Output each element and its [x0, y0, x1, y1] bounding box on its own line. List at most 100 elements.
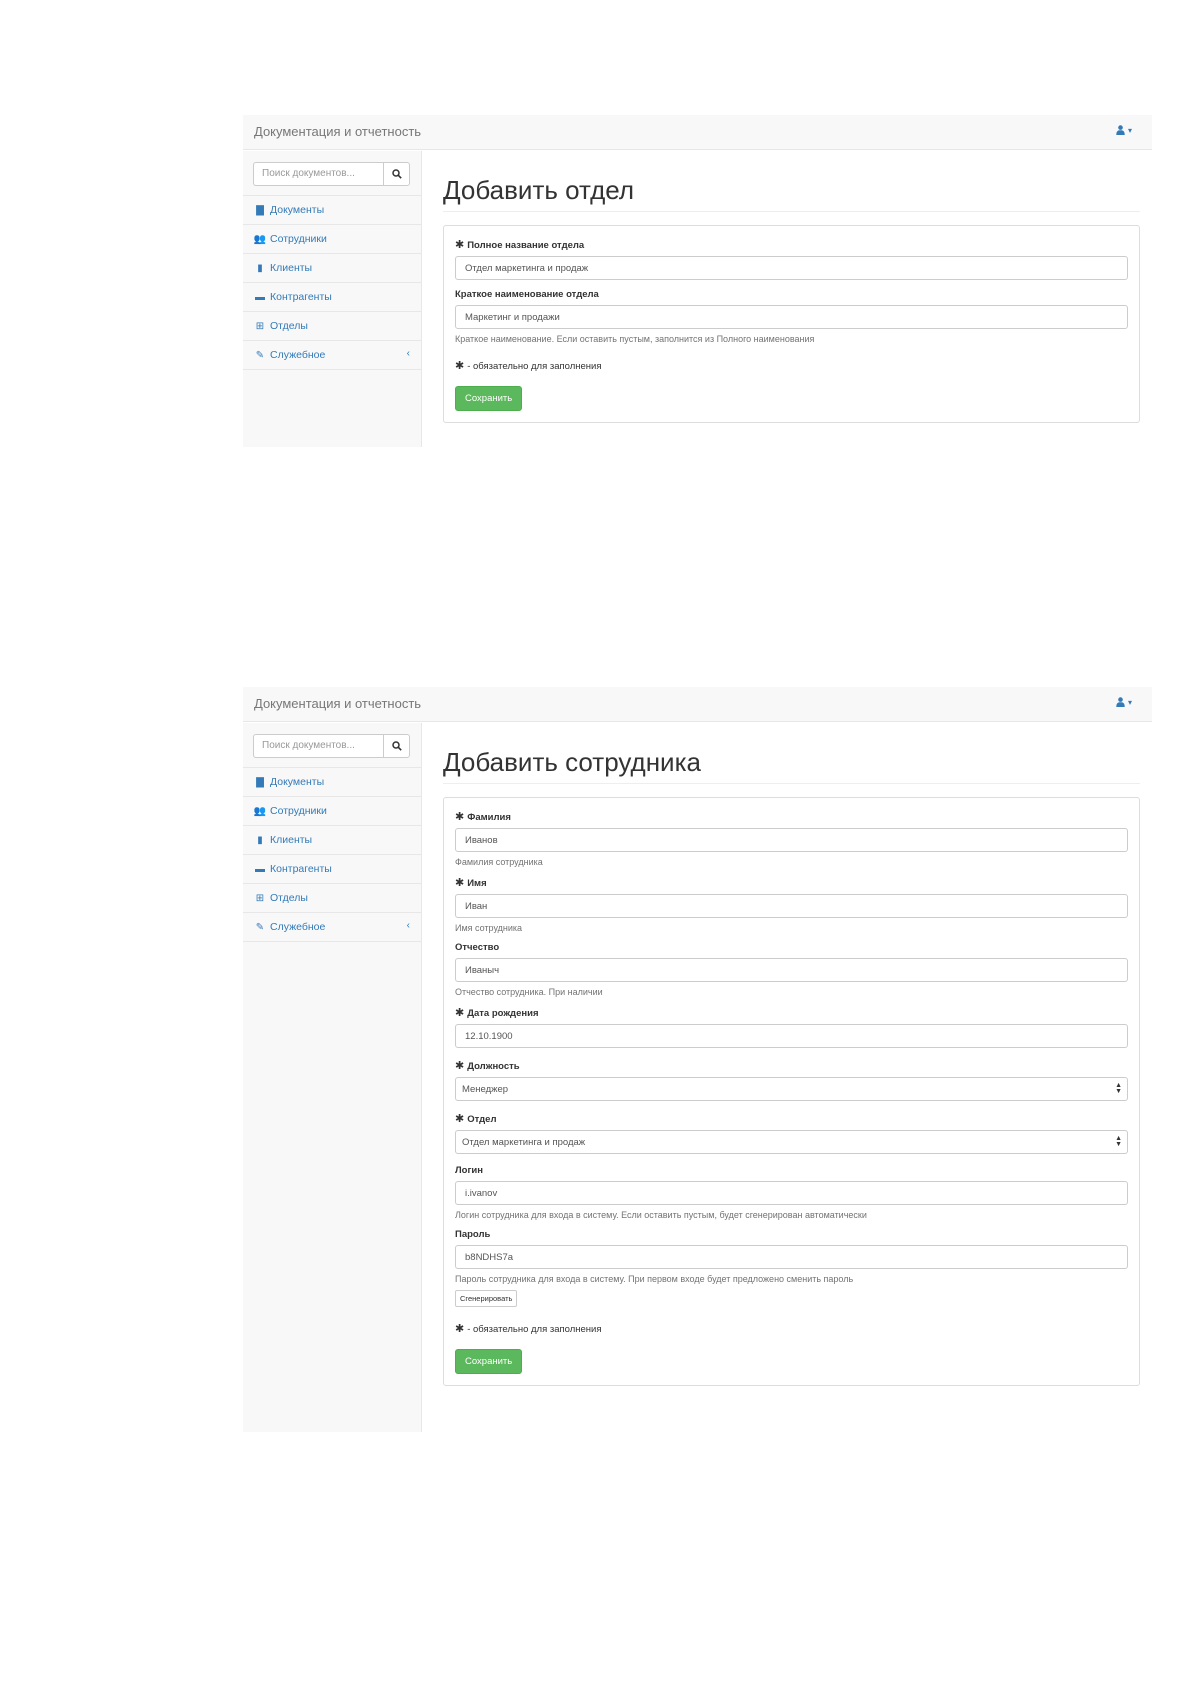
short-name-group: Краткое наименование отдела Маркетинг и …: [455, 289, 1128, 344]
first-name-group: ✱ Имя Иван Имя сотрудника: [455, 876, 1128, 933]
birth-date-group: ✱ Дата рождения 12.10.1900: [455, 1006, 1128, 1049]
required-asterisk-icon: ✱: [455, 1113, 465, 1126]
login-label: Логин: [455, 1165, 484, 1177]
sidebar-item-departments[interactable]: ⊞ Отделы: [243, 312, 421, 341]
sitemap-icon: ⊞: [255, 892, 265, 904]
search-button[interactable]: [383, 734, 410, 758]
patronymic-input[interactable]: Иваныч: [455, 958, 1128, 983]
brand[interactable]: Документация и отчетность: [254, 124, 421, 139]
file-icon: ▇: [256, 776, 264, 788]
last-name-label-text: Фамилия: [467, 812, 511, 824]
required-note-text: - обязательно для заполнения: [467, 1324, 602, 1336]
sidebar-item-departments[interactable]: ⊞ Отделы: [243, 884, 421, 913]
sidebar-item-documents[interactable]: ▇ Документы: [243, 768, 421, 797]
sidebar-item-employees[interactable]: 👥 Сотрудники: [243, 797, 421, 826]
patronymic-label: Отчество: [455, 942, 500, 954]
department-group: ✱ Отдел Отдел маркетинга и продаж ▲ ▼: [455, 1112, 1128, 1155]
full-name-label: ✱ Полное название отдела: [455, 238, 1128, 251]
required-note-text: - обязательно для заполнения: [467, 361, 602, 373]
birth-date-input[interactable]: 12.10.1900: [455, 1024, 1128, 1049]
required-asterisk-icon: ✱: [455, 360, 465, 373]
password-help: Пароль сотрудника для входа в систему. П…: [455, 1274, 854, 1285]
briefcase-icon: ▬: [255, 863, 265, 875]
sidebar-item-employees[interactable]: 👥 Сотрудники: [243, 225, 421, 254]
chevron-left-icon: ‹: [406, 920, 410, 931]
sidebar-item-service[interactable]: ✎ Служебное ‹: [243, 341, 421, 370]
department-label: ✱ Отдел: [455, 1112, 1128, 1125]
full-name-group: ✱ Полное название отдела Отдел маркетинга…: [455, 238, 1128, 281]
required-asterisk-icon: ✱: [455, 877, 465, 890]
navbar: Документация и отчетность ▾: [243, 115, 1152, 150]
login-input[interactable]: i.ivanov: [455, 1181, 1128, 1206]
chevron-left-icon: ‹: [406, 348, 410, 359]
sidebar-item-clients[interactable]: ▮ Клиенты: [243, 254, 421, 283]
password-input[interactable]: b8NDHS7a: [455, 1245, 1128, 1270]
sidebar-item-label: Контрагенты: [270, 291, 332, 303]
search-input[interactable]: Поиск документов...: [253, 734, 383, 758]
short-name-label: Краткое наименование отдела: [455, 289, 599, 301]
required-asterisk-icon: ✱: [455, 1007, 465, 1020]
short-name-help: Краткое наименование. Если оставить пуст…: [455, 334, 815, 345]
birth-date-label-text: Дата рождения: [467, 1008, 539, 1020]
add-employee-screen: Документация и отчетность ▾ Поиск докуме…: [243, 687, 1152, 1432]
user-icon: [1116, 125, 1125, 135]
sidebar-item-contractors[interactable]: ▬ Контрагенты: [243, 855, 421, 884]
last-name-help: Фамилия сотрудника: [455, 857, 543, 868]
users-icon: 👥: [253, 233, 267, 245]
sidebar-item-service[interactable]: ✎ Служебное ‹: [243, 913, 421, 942]
sidebar-item-label: Клиенты: [270, 834, 313, 846]
save-button[interactable]: Сохранить: [455, 1349, 523, 1375]
first-name-help: Имя сотрудника: [455, 923, 523, 934]
search-input[interactable]: Поиск документов...: [253, 162, 383, 186]
user-menu[interactable]: ▾: [1116, 697, 1132, 707]
select-arrows-icon: ▲ ▼: [1115, 1082, 1122, 1096]
sidebar-item-label: Отделы: [270, 892, 308, 904]
caret-down-icon: ▾: [1127, 125, 1132, 135]
user-icon: [1116, 697, 1125, 707]
sidebar-nav: ▇ Документы 👥 Сотрудники ▮ Клиенты ▬ Контраг…: [243, 195, 421, 370]
save-button[interactable]: Сохранить: [455, 386, 523, 412]
position-group: ✱ Должность Менеджер ▲ ▼: [455, 1059, 1128, 1102]
password-label: Пароль: [455, 1229, 491, 1241]
users-icon: 👥: [253, 805, 267, 817]
required-note: ✱ - обязательно для заполнения: [455, 359, 1128, 372]
required-note: ✱ - обязательно для заполнения: [455, 1322, 1128, 1335]
full-name-input[interactable]: Отдел маркетинга и продаж: [455, 256, 1128, 281]
password-group: Пароль b8NDHS7a Пароль сотрудника для вх…: [455, 1229, 1128, 1308]
department-select-value: Отдел маркетинга и продаж: [462, 1136, 586, 1148]
sidebar-item-label: Отделы: [270, 320, 308, 332]
patronymic-group: Отчество Иваныч Отчество сотрудника. При…: [455, 942, 1128, 997]
sidebar-item-label: Документы: [270, 204, 325, 216]
sidebar-item-label: Сотрудники: [270, 805, 327, 817]
login-group: Логин i.ivanov Логин сотрудника для вход…: [455, 1165, 1128, 1220]
department-select[interactable]: Отдел маркетинга и продаж ▲ ▼: [455, 1130, 1128, 1155]
first-name-input[interactable]: Иван: [455, 894, 1128, 919]
page-title: Добавить отдел: [443, 151, 1140, 213]
brand[interactable]: Документация и отчетность: [254, 696, 421, 711]
sidebar-item-contractors[interactable]: ▬ Контрагенты: [243, 283, 421, 312]
sidebar-item-clients[interactable]: ▮ Клиенты: [243, 826, 421, 855]
department-label-text: Отдел: [467, 1114, 497, 1126]
generate-password-button[interactable]: Сгенерировать: [455, 1290, 518, 1308]
search-icon: [391, 741, 402, 751]
position-select[interactable]: Менеджер ▲ ▼: [455, 1077, 1128, 1102]
sidebar-item-label: Контрагенты: [270, 863, 332, 875]
last-name-input[interactable]: Иванов: [455, 828, 1128, 853]
sidebar: Поиск документов... ▇ Документы 👥 Сотрудни…: [243, 723, 422, 1432]
briefcase-icon: ▬: [255, 291, 265, 303]
select-arrows-icon: ▲ ▼: [1115, 1135, 1122, 1149]
caret-down-icon: ▾: [1127, 697, 1132, 707]
last-name-group: ✱ Фамилия Иванов Фамилия сотрудника: [455, 810, 1128, 867]
page-title: Добавить сотрудника: [443, 723, 1140, 785]
employee-form: ✱ Фамилия Иванов Фамилия сотрудника ✱ Имя …: [443, 797, 1140, 1387]
required-asterisk-icon: ✱: [455, 1323, 465, 1336]
sidebar-item-documents[interactable]: ▇ Документы: [243, 196, 421, 225]
required-asterisk-icon: ✱: [455, 811, 465, 824]
position-select-value: Менеджер: [462, 1083, 509, 1095]
short-name-input[interactable]: Маркетинг и продажи: [455, 305, 1128, 330]
last-name-label: ✱ Фамилия: [455, 810, 1128, 823]
search-button[interactable]: [383, 162, 410, 186]
required-asterisk-icon: ✱: [455, 239, 465, 252]
add-department-screen: Документация и отчетность ▾ Поиск докуме…: [243, 115, 1152, 447]
user-menu[interactable]: ▾: [1116, 125, 1132, 135]
